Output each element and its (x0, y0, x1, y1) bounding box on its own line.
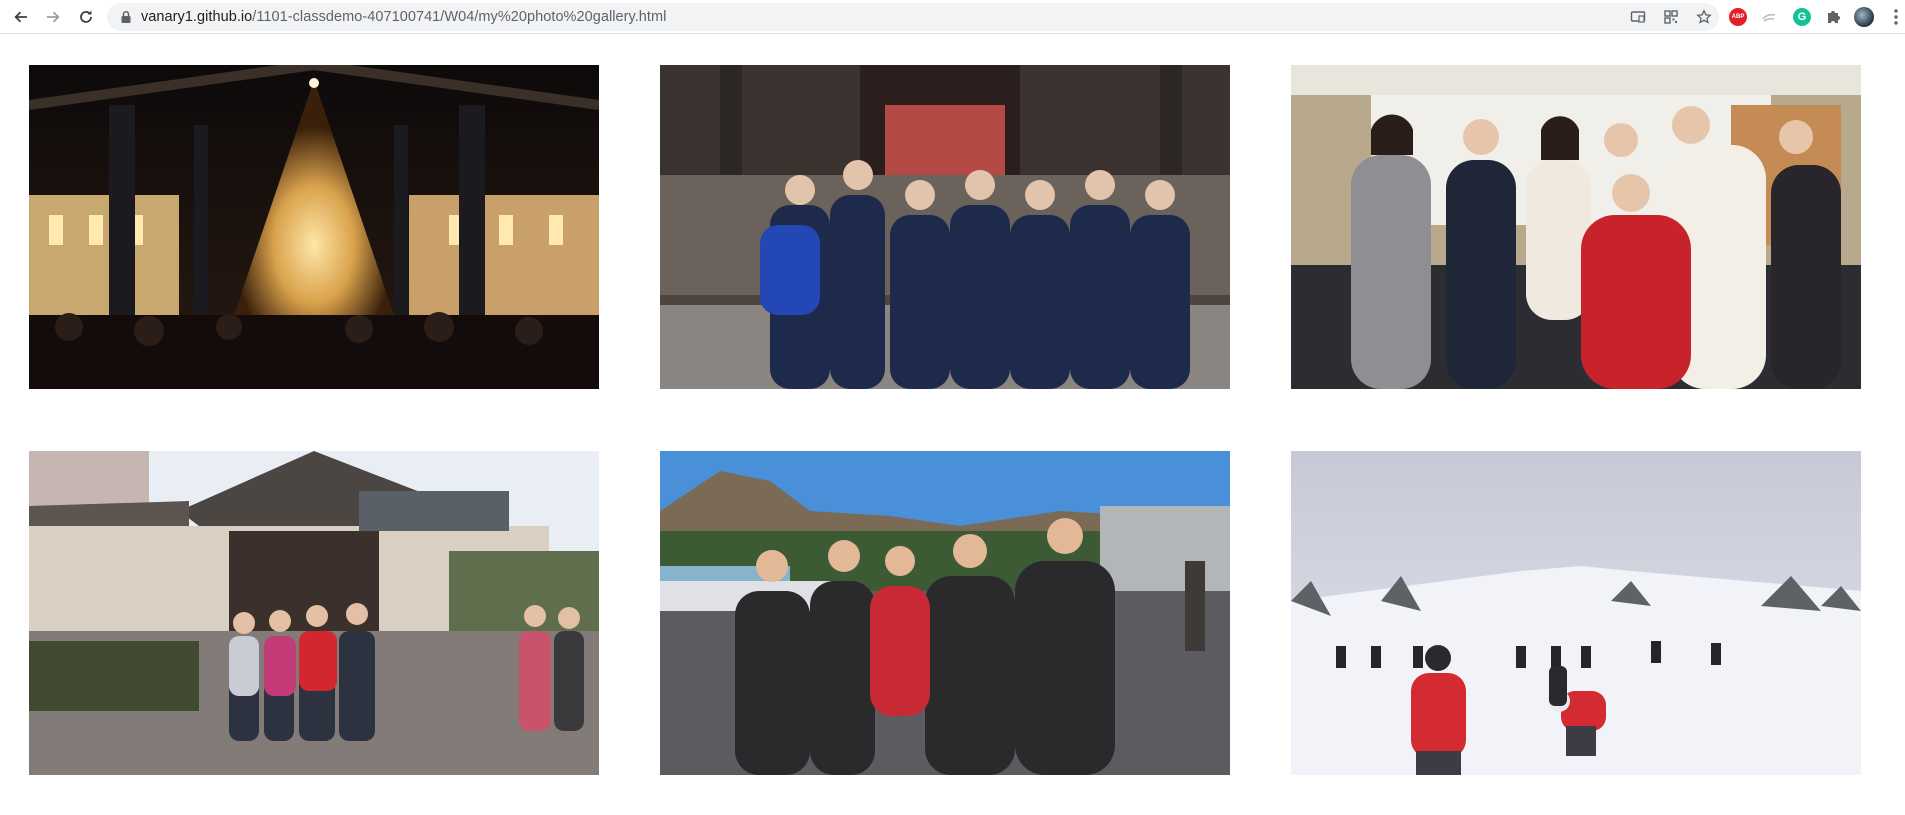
adblock-icon[interactable]: ABP (1729, 8, 1747, 26)
gallery-photo-christmas-tree[interactable] (29, 65, 599, 389)
indoor-group-image (1291, 65, 1861, 389)
gallery-photo-students-temple[interactable] (660, 65, 1230, 389)
extension-icon[interactable] (1760, 8, 1778, 26)
kebab-menu-icon[interactable] (1893, 8, 1899, 26)
forward-icon[interactable] (41, 5, 65, 29)
christmas-tree-image (29, 65, 599, 389)
adblock-label: ABP (1731, 14, 1745, 20)
gallery-photo-indoor-group[interactable] (1291, 65, 1861, 389)
ski-slope-image (1291, 451, 1861, 775)
url-host: vanary1.github.io (141, 9, 253, 25)
puzzle-icon[interactable] (1824, 8, 1842, 26)
address-bar[interactable]: vanary1.github.io/1101-classdemo-4071007… (107, 3, 1719, 31)
gallery-photo-parking-lot-group[interactable] (660, 451, 1230, 775)
gallery-photo-ski-slope[interactable] (1291, 451, 1861, 775)
lock-icon[interactable] (119, 10, 133, 24)
japanese-house-image (29, 451, 599, 775)
students-temple-image (660, 65, 1230, 389)
reload-icon[interactable] (74, 5, 98, 29)
browser-toolbar: vanary1.github.io/1101-classdemo-4071007… (0, 0, 1905, 34)
url-text[interactable]: vanary1.github.io/1101-classdemo-4071007… (141, 9, 666, 25)
url-path: /1101-classdemo-407100741/W04/my%20photo… (252, 9, 667, 25)
grammarly-icon[interactable]: G (1793, 8, 1811, 26)
bookmark-star-icon[interactable] (1696, 9, 1712, 25)
gallery-photo-japanese-house[interactable] (29, 451, 599, 775)
parking-lot-group-image (660, 451, 1230, 775)
grammarly-label: G (1797, 11, 1807, 23)
profile-avatar[interactable] (1854, 7, 1874, 27)
qr-icon[interactable] (1663, 9, 1679, 25)
back-icon[interactable] (9, 5, 33, 29)
install-icon[interactable] (1630, 9, 1646, 25)
